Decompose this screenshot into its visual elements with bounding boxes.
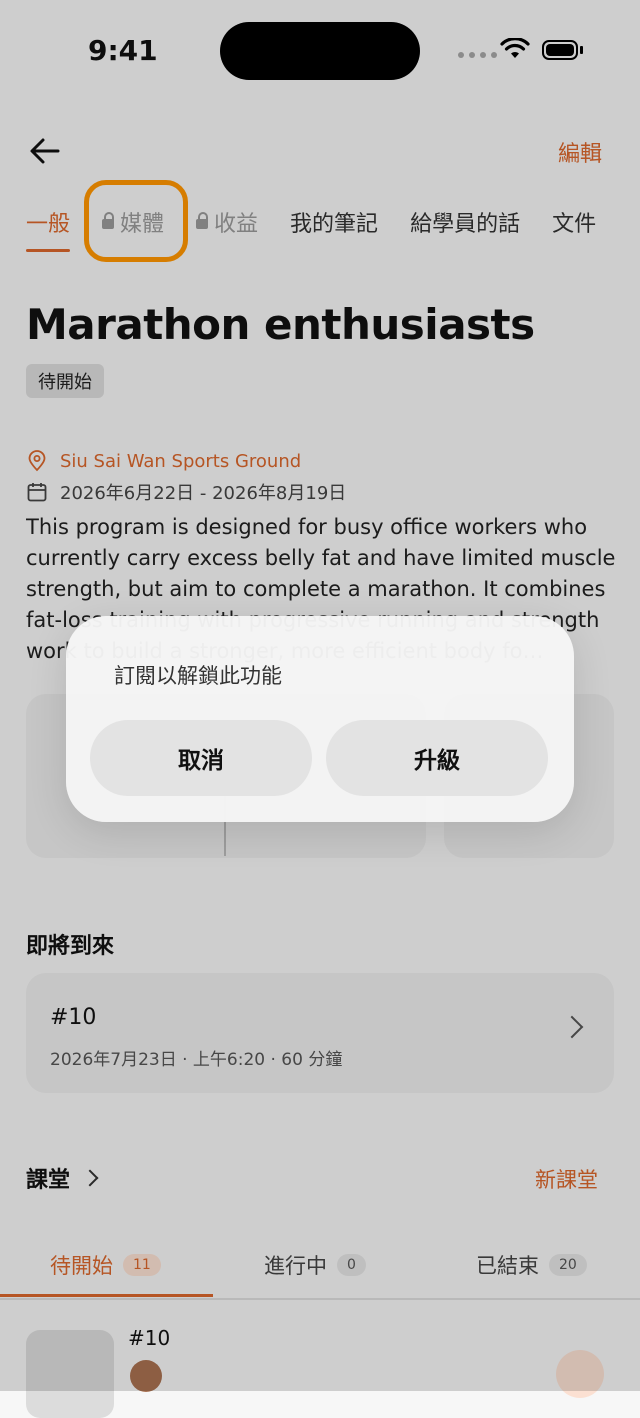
cancel-button[interactable]: 取消 — [90, 720, 312, 796]
subscribe-alert: 訂閱以解鎖此功能 取消 升級 — [66, 616, 574, 822]
screen: 9:41 編輯 一般 媒體 收益 我的筆記 給學員的話 文件 Marathon … — [0, 0, 640, 1418]
alert-message: 訂閱以解鎖此功能 — [114, 664, 282, 688]
upgrade-button[interactable]: 升級 — [326, 720, 548, 796]
